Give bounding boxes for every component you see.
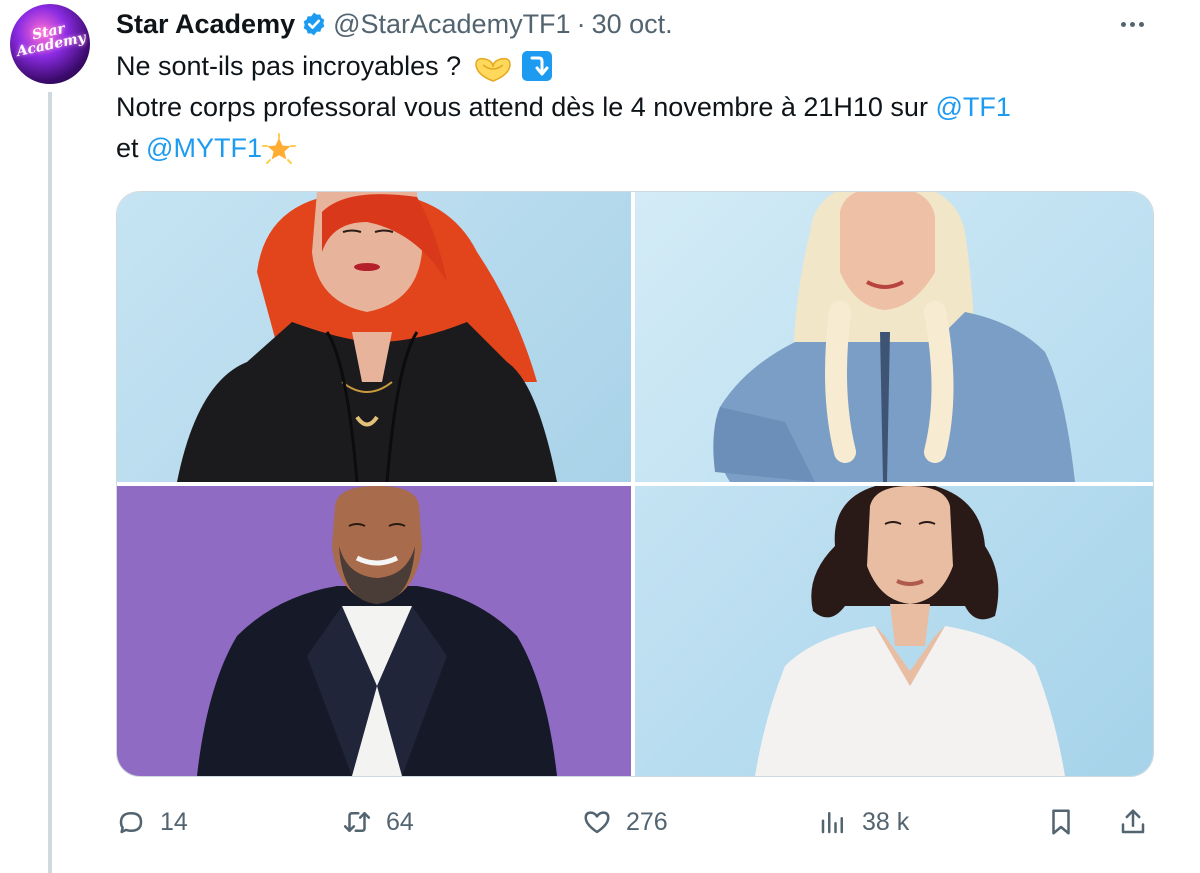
tweet-line-2: Notre corps professoral vous attend dès … xyxy=(116,87,1166,128)
more-icon[interactable] xyxy=(1108,8,1156,40)
heart-hands-emoji-icon xyxy=(474,57,511,82)
tweet-text: Ne sont-ils pas incroyables ? Notre corp… xyxy=(116,46,1166,169)
tweet-line-3-text: et xyxy=(116,133,139,163)
avatar[interactable]: Star Academy xyxy=(10,4,90,84)
photo-bearded-man[interactable] xyxy=(117,486,631,776)
retweet-count: 64 xyxy=(386,807,414,836)
user-handle[interactable]: @StarAcademyTF1 xyxy=(333,9,570,40)
verified-icon xyxy=(303,12,325,36)
action-bar: 14 64 276 38 k xyxy=(116,800,1156,844)
tweet-line-3: et @MYTF1 xyxy=(116,128,1166,169)
tweet-header: Star Academy @StarAcademyTF1 · 30 oct. xyxy=(116,6,673,42)
share-icon xyxy=(1121,809,1145,834)
like-icon xyxy=(584,811,610,834)
like-count: 276 xyxy=(626,807,668,836)
glowing-star-emoji-icon xyxy=(261,132,296,164)
separator-dot: · xyxy=(576,8,586,39)
avatar-logo: Star Academy xyxy=(15,20,88,60)
views-icon xyxy=(821,812,843,834)
photo-blonde-woman[interactable] xyxy=(635,192,1153,482)
photo-red-hair-woman[interactable] xyxy=(117,192,631,482)
photo-dark-hair-woman[interactable] xyxy=(635,486,1153,776)
tweet-line-2-text: Notre corps professoral vous attend dès … xyxy=(116,92,928,122)
views-button[interactable]: 38 k xyxy=(818,800,909,844)
mention-mytf1[interactable]: @MYTF1 xyxy=(146,133,262,163)
thread-line xyxy=(48,92,52,873)
reply-icon xyxy=(119,812,143,834)
media-grid[interactable] xyxy=(116,191,1154,777)
bookmark-button[interactable] xyxy=(1046,800,1076,844)
tweet-line-1-text: Ne sont-ils pas incroyables ? xyxy=(116,51,462,81)
like-button[interactable]: 276 xyxy=(582,800,668,844)
retweet-icon xyxy=(343,812,371,832)
retweet-button[interactable]: 64 xyxy=(342,800,414,844)
bookmark-icon xyxy=(1052,809,1070,835)
mention-tf1[interactable]: @TF1 xyxy=(935,92,1010,122)
reply-count: 14 xyxy=(160,807,188,836)
arrow-down-right-emoji-icon xyxy=(522,50,553,81)
reply-button[interactable]: 14 xyxy=(116,800,188,844)
share-button[interactable] xyxy=(1118,800,1148,844)
display-name[interactable]: Star Academy xyxy=(116,9,295,40)
tweet-date[interactable]: 30 oct. xyxy=(592,9,673,40)
tweet-line-1: Ne sont-ils pas incroyables ? xyxy=(116,46,1166,87)
views-count: 38 k xyxy=(862,807,910,836)
